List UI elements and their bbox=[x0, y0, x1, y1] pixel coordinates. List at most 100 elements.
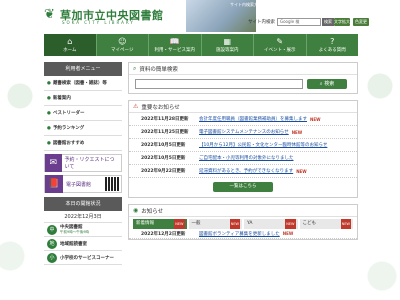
sidebar-item-label: 蔵書検索（図書・雑誌）等 bbox=[52, 81, 107, 86]
notice-date: 2022年11月25日更新 bbox=[141, 130, 189, 135]
nav-events[interactable]: ✎ イベント・展示 bbox=[254, 34, 307, 56]
bullet-icon: ● bbox=[47, 140, 51, 146]
news-item: 2022年12月2日更新 図書館ボランティア募集を更新しました NEW bbox=[129, 229, 357, 239]
opening-status-date: 2022年12月3日 bbox=[44, 211, 122, 223]
panel-title: 重要なお知らせ bbox=[141, 104, 180, 111]
simple-search-form: ⌕ 検索 bbox=[129, 75, 357, 93]
info-icon: ◉ bbox=[133, 207, 139, 214]
notice-date: 2022年9月22日更新 bbox=[141, 169, 186, 174]
notice-date: 2022年11月28日更新 bbox=[141, 117, 189, 122]
nav-label: よくある質問 bbox=[318, 48, 346, 53]
sidebar-item-label: 図書館おすすめ bbox=[52, 141, 85, 146]
notice-link[interactable]: ご自宅配本・小児等利用の対象外になりました bbox=[199, 155, 294, 161]
site-header: ❦ 草加市立中央図書館 SOKA CITY LIBRARY サイト内検索方法 サ… bbox=[0, 0, 400, 32]
question-icon: ? bbox=[330, 37, 335, 46]
news-tabs: 新着情報 NEW 一般 NEW YA NEW こども NEW bbox=[129, 217, 357, 229]
nav-mypage[interactable]: ☺ マイページ bbox=[97, 34, 149, 56]
notices-heading: ⚠ 重要なお知らせ bbox=[129, 101, 357, 113]
nav-label: マイページ bbox=[111, 48, 134, 53]
notice-link[interactable]: 電子図書館システムメンテナンスのお知らせ bbox=[199, 129, 289, 135]
library-status-regional: 地 地域館読書室 bbox=[44, 237, 122, 251]
tab-new-info[interactable]: 新着情報 NEW bbox=[133, 219, 187, 229]
site-search: サイト内検索 Google 検 検索 bbox=[248, 18, 334, 26]
button-label: 検索 bbox=[324, 81, 335, 87]
mail-icon: ✉ bbox=[45, 154, 62, 172]
background-decoration-right bbox=[360, 56, 400, 300]
alert-icon: ⚠ bbox=[133, 103, 139, 110]
nav-home[interactable]: ⌂ ホーム bbox=[44, 34, 97, 56]
leaf-logo-icon: ❦ bbox=[44, 7, 55, 22]
sidebar-item-label: 予約ランキング bbox=[52, 126, 85, 131]
notice-item: 2022年10月5日更新 ご自宅配本・小児等利用の対象外になりました bbox=[129, 152, 357, 165]
new-badge: NEW bbox=[340, 219, 351, 229]
nav-label: ホーム bbox=[63, 48, 77, 53]
tab-general[interactable]: 一般 NEW bbox=[188, 219, 242, 229]
notice-item: 2022年9月22日更新 延滞資料があるとき、予約ができなくなります NEW bbox=[129, 165, 357, 178]
tab-label: 一般 bbox=[191, 221, 201, 226]
book-icon: 📖 bbox=[169, 37, 180, 46]
library-name: 小学校のサービスコーナー bbox=[60, 255, 114, 261]
news-date: 2022年12月2日更新 bbox=[141, 231, 186, 237]
library-status-school: 小 小学校のサービスコーナー bbox=[44, 251, 122, 265]
simple-search-input[interactable] bbox=[135, 79, 303, 89]
sidebar-item-new-arrivals[interactable]: ● 新着案内 bbox=[44, 91, 122, 106]
bullet-icon: ● bbox=[47, 125, 51, 131]
bullet-icon: ● bbox=[47, 110, 51, 116]
nav-faq[interactable]: ? よくある質問 bbox=[307, 34, 359, 56]
color-change-button[interactable]: 色変更 bbox=[353, 18, 369, 26]
opening-status-heading: 本日の開館状況 bbox=[44, 197, 122, 211]
school-library-icon: 小 bbox=[47, 252, 57, 263]
sidebar-item-recommended[interactable]: ● 図書館おすすめ bbox=[44, 136, 122, 151]
tab-label: こども bbox=[302, 221, 317, 226]
notice-link[interactable]: 【10月から12月】公民館・文化センター臨時休館等のお知らせ bbox=[199, 142, 327, 148]
notice-item: 2022年10月5日更新 【10月から12月】公民館・文化センター臨時休館等のお知… bbox=[129, 139, 357, 152]
search-icon: ⌕ bbox=[133, 64, 137, 72]
tab-ya[interactable]: YA NEW bbox=[244, 219, 298, 229]
nav-facilities[interactable]: ▦ 施設等案内 bbox=[202, 34, 254, 56]
notices-list-wrap: 一覧はこちら bbox=[129, 178, 357, 197]
home-icon: ⌂ bbox=[67, 37, 73, 46]
library-status-central: 中 中央図書館 午前9時～午後9時 bbox=[44, 223, 122, 237]
site-search-input[interactable]: Google 検 bbox=[277, 18, 321, 26]
central-library-icon: 中 bbox=[47, 224, 57, 235]
ebook-library-banner[interactable]: 📕 電子図書館 bbox=[44, 175, 122, 193]
library-hours: 午前9時～午後9時 bbox=[60, 230, 89, 234]
library-name: 地域館読書室 bbox=[60, 241, 87, 247]
tab-label: YA bbox=[247, 221, 253, 226]
news-panel: ◉ お知らせ 新着情報 NEW 一般 NEW YA NEW こども NEW 2022年1… bbox=[128, 204, 358, 240]
new-badge: NEW bbox=[296, 168, 307, 174]
banner-label: 電子図書館 bbox=[66, 181, 92, 188]
notice-link[interactable]: 延滞資料があるとき、予約ができなくなります bbox=[199, 168, 293, 174]
sidebar-item-catalog-search[interactable]: ● 蔵書検索（図書・雑誌）等 bbox=[44, 76, 122, 91]
notice-item: 2022年11月28日更新 会計年度任用職員（図書館業務補助員）を募集します NEW bbox=[129, 113, 357, 126]
header-links: サイト内検索方法 bbox=[230, 2, 262, 8]
ebook-icon: 📕 bbox=[45, 175, 63, 193]
bullet-icon: ● bbox=[47, 80, 51, 86]
notice-link[interactable]: 会計年度任用職員（図書館業務補助員）を募集します bbox=[199, 116, 307, 122]
notice-date: 2022年10月5日更新 bbox=[141, 143, 186, 148]
banner-label: 予約・リクエストにつ いて bbox=[64, 157, 115, 170]
sidebar-item-best-reader[interactable]: ● ベストリーダー bbox=[44, 106, 122, 121]
news-link[interactable]: 図書館ボランティア募集を更新しました bbox=[199, 231, 280, 237]
simple-search-heading: ⌕ 資料の簡単検索 bbox=[129, 63, 357, 75]
simple-search-button[interactable]: ⌕ 検索 bbox=[307, 79, 347, 89]
main-content: ⌕ 資料の簡単検索 ⌕ 検索 ⚠ 重要なお知らせ 2022年11月28日更新 会計… bbox=[128, 62, 358, 240]
nav-label: 利用・サービス案内 bbox=[154, 48, 196, 53]
notices-list-button[interactable]: 一覧はこちら bbox=[213, 182, 273, 192]
user-icon: ☺ bbox=[118, 37, 127, 46]
site-search-label: サイト内検索 bbox=[248, 20, 275, 25]
simple-search-panel: ⌕ 資料の簡単検索 ⌕ 検索 bbox=[128, 62, 358, 94]
tab-kids[interactable]: こども NEW bbox=[299, 219, 353, 229]
font-size-button[interactable]: 文字拡大 bbox=[334, 18, 350, 26]
sidebar-item-reservation-ranking[interactable]: ● 予約ランキング bbox=[44, 121, 122, 136]
news-heading: ◉ お知らせ bbox=[129, 205, 357, 217]
panel-title: お知らせ bbox=[141, 208, 164, 215]
new-badge: NEW bbox=[291, 129, 303, 135]
panel-title: 資料の簡単検索 bbox=[139, 66, 178, 73]
reservation-banner[interactable]: ✉ 予約・リクエストにつ いて bbox=[44, 154, 122, 172]
notice-item: 2022年11月25日更新 電子図書館システムメンテナンスのお知らせ NEW bbox=[129, 126, 357, 139]
search-help-link[interactable]: サイト内検索方法 bbox=[230, 2, 262, 8]
nav-services[interactable]: 📖 利用・サービス案内 bbox=[149, 34, 202, 56]
site-search-button[interactable]: 検索 bbox=[322, 18, 334, 26]
new-badge: NEW bbox=[174, 219, 185, 229]
